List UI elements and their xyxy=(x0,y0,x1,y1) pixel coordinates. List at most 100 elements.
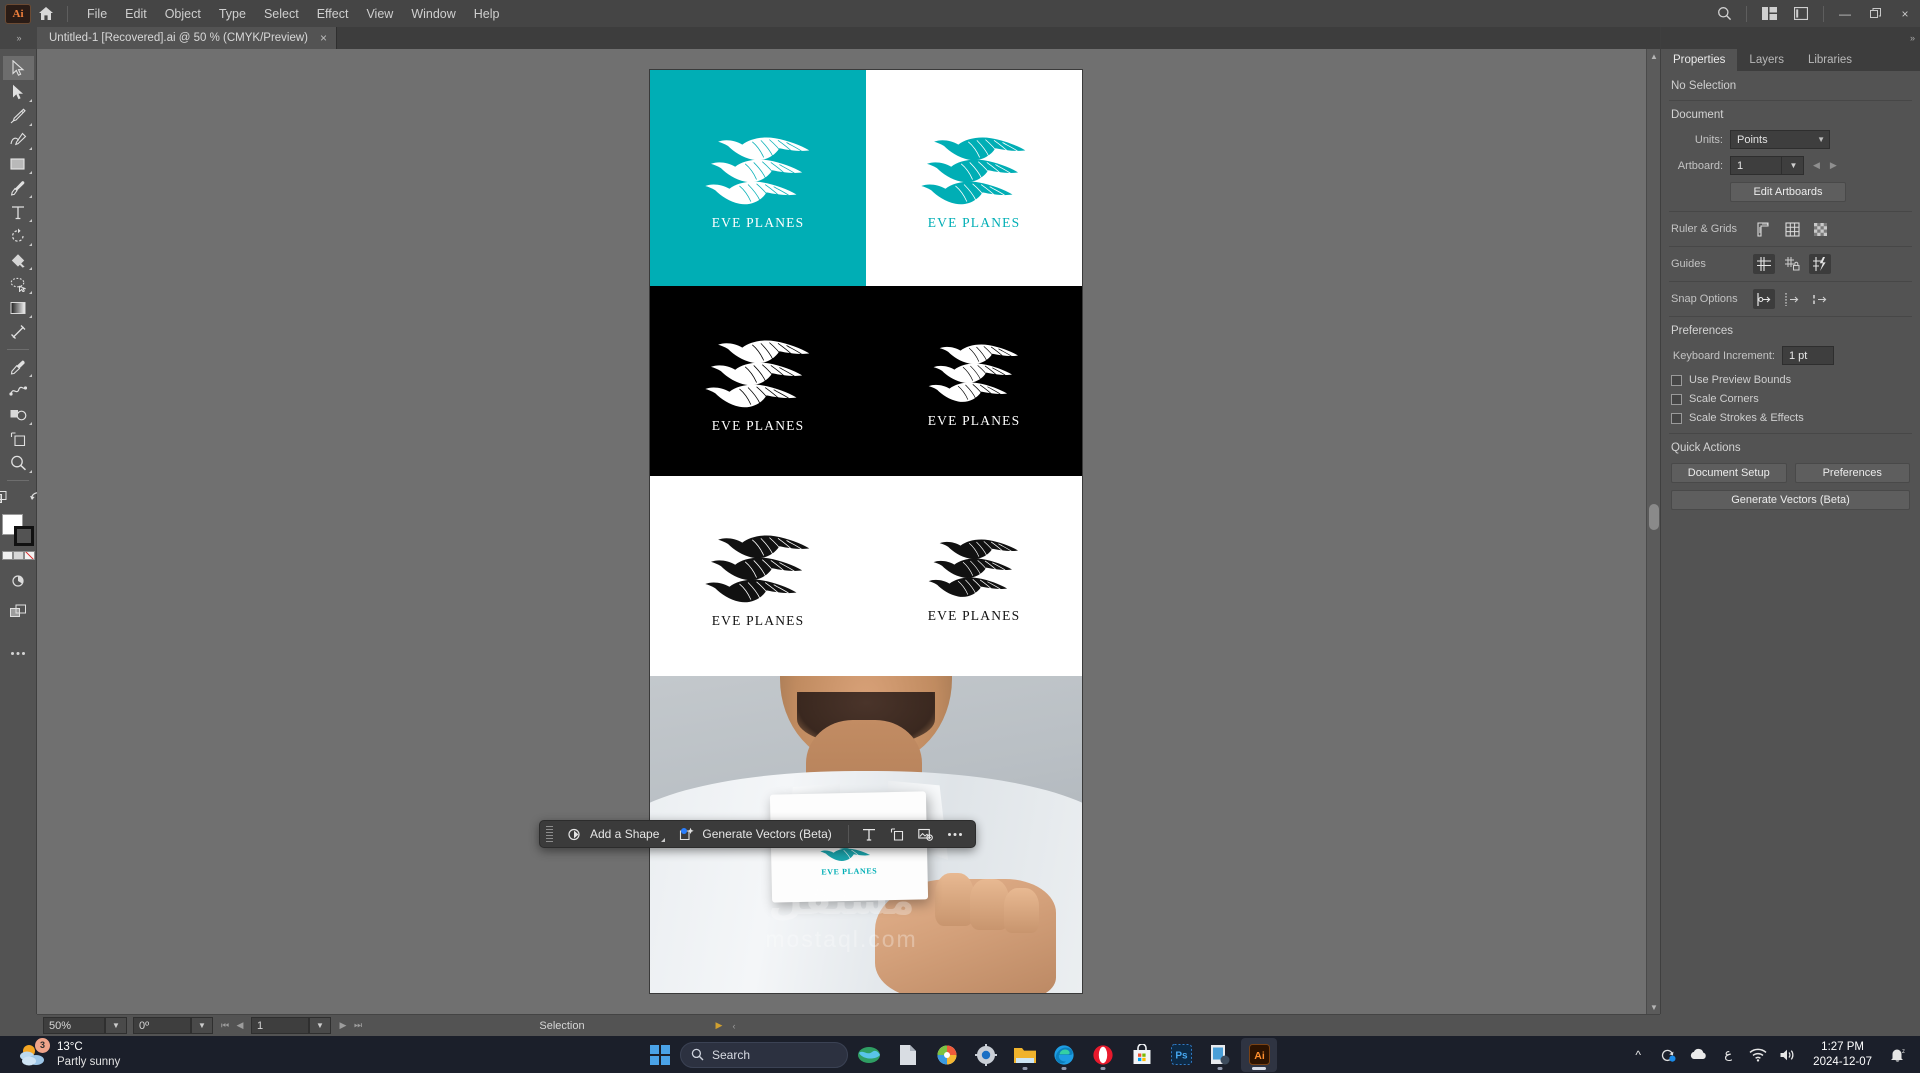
menu-object[interactable]: Object xyxy=(156,3,210,25)
next-artboard-icon[interactable]: ▶ xyxy=(1830,160,1837,171)
taskbar-app-file-explorer[interactable] xyxy=(890,1038,926,1072)
pen-tool[interactable] xyxy=(3,104,34,128)
language-indicator[interactable]: ع xyxy=(1715,1041,1741,1069)
minimize-button[interactable]: — xyxy=(1830,0,1860,27)
previous-artboard-icon[interactable]: ◀ xyxy=(233,1017,247,1034)
tab-properties[interactable]: Properties xyxy=(1661,49,1738,71)
change-screen-mode-icon[interactable] xyxy=(3,569,34,593)
tab-layers[interactable]: Layers xyxy=(1737,49,1796,71)
artboard-dropdown-icon[interactable]: ▼ xyxy=(309,1017,331,1034)
menu-view[interactable]: View xyxy=(357,3,402,25)
artboard-dropdown-button[interactable]: ▼ xyxy=(1782,156,1804,175)
color-swatch-icon[interactable] xyxy=(1,551,13,560)
onedrive-sync-icon[interactable] xyxy=(1655,1041,1681,1069)
taskbar-app-earth[interactable] xyxy=(851,1038,887,1072)
menu-effect[interactable]: Effect xyxy=(308,3,358,25)
rectangle-tool[interactable] xyxy=(3,152,34,176)
artboard-icon[interactable] xyxy=(884,823,910,845)
wifi-icon[interactable] xyxy=(1745,1041,1771,1069)
status-play-icon[interactable]: ▶ xyxy=(712,1017,726,1034)
logo-black-background-right[interactable]: EVE PLANES xyxy=(866,286,1082,476)
zoom-level-input[interactable]: 50% xyxy=(43,1017,105,1034)
shape-builder-tool[interactable] xyxy=(3,403,34,427)
vertical-scrollbar[interactable]: ▲ ▼ xyxy=(1646,49,1660,1014)
selection-tool[interactable] xyxy=(2,56,34,80)
cloud-icon[interactable] xyxy=(1685,1041,1711,1069)
more-tools-icon[interactable] xyxy=(3,641,34,665)
notifications-icon[interactable]: z xyxy=(1884,1041,1910,1069)
menu-select[interactable]: Select xyxy=(255,3,308,25)
panel-toggle-icon[interactable] xyxy=(1785,0,1817,27)
last-artboard-icon[interactable]: ⏭ xyxy=(351,1017,365,1034)
start-button[interactable] xyxy=(643,1038,677,1072)
keyboard-increment-input[interactable]: 1 pt xyxy=(1782,346,1834,365)
zoom-dropdown-icon[interactable]: ▼ xyxy=(105,1017,127,1034)
artboard-input[interactable]: 1 xyxy=(1730,156,1782,175)
snap-to-point-icon[interactable] xyxy=(1753,289,1775,309)
logo-white-background[interactable]: EVE PLANES xyxy=(866,70,1082,286)
generate-vectors-beta-button[interactable]: Generate Vectors (Beta) xyxy=(1671,490,1910,510)
taskbar-app-illustrator[interactable]: Ai xyxy=(1241,1037,1277,1072)
add-shape-button[interactable]: Add a Shape xyxy=(559,823,668,845)
next-artboard-icon[interactable]: ▶ xyxy=(336,1017,350,1034)
type-tool-icon[interactable] xyxy=(856,823,882,845)
status-text[interactable]: Selection xyxy=(417,1020,707,1032)
show-rulers-icon[interactable] xyxy=(1753,219,1775,239)
document-tab-close-icon[interactable]: × xyxy=(320,31,327,45)
taskbar-clock[interactable]: 1:27 PM 2024-12-07 xyxy=(1805,1040,1880,1070)
restore-button[interactable] xyxy=(1860,0,1890,27)
taskbar-app-photoshop[interactable]: Ps xyxy=(1163,1038,1199,1072)
search-icon[interactable] xyxy=(1708,0,1740,27)
gradient-swatch-icon[interactable] xyxy=(12,551,24,560)
stroke-color-swatch[interactable] xyxy=(14,526,34,546)
gradient-mesh-tool[interactable] xyxy=(3,248,34,272)
show-grid-icon[interactable] xyxy=(1781,219,1803,239)
artboard-number-input[interactable]: 1 xyxy=(251,1017,309,1034)
panel-collapse-icon[interactable]: » xyxy=(1661,27,1920,49)
preferences-button[interactable]: Preferences xyxy=(1794,463,1910,483)
previous-artboard-icon[interactable]: ◀ xyxy=(1813,160,1820,171)
menu-window[interactable]: Window xyxy=(402,3,464,25)
blend-tool[interactable] xyxy=(3,379,34,403)
document-canvas-area[interactable]: EVE PLANES EVE PLANES EVE PLANES EVE PLA… xyxy=(37,49,1660,1014)
workspace-switcher-icon[interactable] xyxy=(1753,0,1785,27)
use-preview-bounds-checkbox[interactable]: Use Preview Bounds xyxy=(1671,374,1910,386)
snap-to-grid-icon[interactable] xyxy=(1781,289,1803,309)
none-swatch-icon[interactable] xyxy=(23,551,35,560)
lasso-tool[interactable] xyxy=(3,272,34,296)
taskbar-app-opera[interactable] xyxy=(1085,1038,1121,1072)
eyedropper-tool[interactable] xyxy=(3,355,34,379)
tab-libraries[interactable]: Libraries xyxy=(1796,49,1864,71)
home-icon[interactable] xyxy=(31,0,61,27)
first-artboard-icon[interactable]: ⏮ xyxy=(218,1017,232,1034)
taskbar-app-store[interactable] xyxy=(1124,1038,1160,1072)
document-setup-button[interactable]: Document Setup xyxy=(1671,463,1787,483)
show-transparency-grid-icon[interactable] xyxy=(1809,219,1831,239)
rotation-dropdown-icon[interactable]: ▼ xyxy=(191,1017,213,1034)
toolbar-expand-icon[interactable]: » xyxy=(0,27,37,49)
rotate-tool[interactable] xyxy=(3,224,34,248)
artboard-1[interactable]: EVE PLANES EVE PLANES EVE PLANES EVE PLA… xyxy=(650,70,1082,993)
menu-edit[interactable]: Edit xyxy=(116,3,156,25)
taskbar-app-folder[interactable] xyxy=(1007,1038,1043,1072)
document-tab[interactable]: Untitled-1 [Recovered].ai @ 50 % (CMYK/P… xyxy=(37,27,338,49)
scrollbar-thumb[interactable] xyxy=(1649,504,1659,530)
place-image-icon[interactable] xyxy=(912,823,939,845)
logo-black-mark-right[interactable]: EVE PLANES xyxy=(866,476,1082,676)
logo-teal-background[interactable]: EVE PLANES xyxy=(650,70,866,286)
edit-toolbar-icon[interactable] xyxy=(0,486,16,510)
direct-selection-tool[interactable] xyxy=(3,80,34,104)
generate-vectors-button[interactable]: Generate Vectors (Beta) xyxy=(670,823,840,845)
artboard-tool[interactable] xyxy=(3,427,34,451)
type-tool[interactable] xyxy=(3,200,34,224)
color-mode-swatches[interactable] xyxy=(1,551,35,560)
snap-to-pixel-icon[interactable] xyxy=(1809,289,1831,309)
rotation-input[interactable]: 0º xyxy=(133,1017,191,1034)
lock-guides-icon[interactable] xyxy=(1781,254,1803,274)
curvature-tool[interactable] xyxy=(3,128,34,152)
show-guides-icon[interactable] xyxy=(1753,254,1775,274)
show-hidden-icons-icon[interactable]: ^ xyxy=(1625,1041,1651,1069)
volume-icon[interactable] xyxy=(1775,1041,1801,1069)
status-menu-icon[interactable]: ‹ xyxy=(727,1017,741,1034)
taskbar-app-edge[interactable] xyxy=(1046,1038,1082,1072)
